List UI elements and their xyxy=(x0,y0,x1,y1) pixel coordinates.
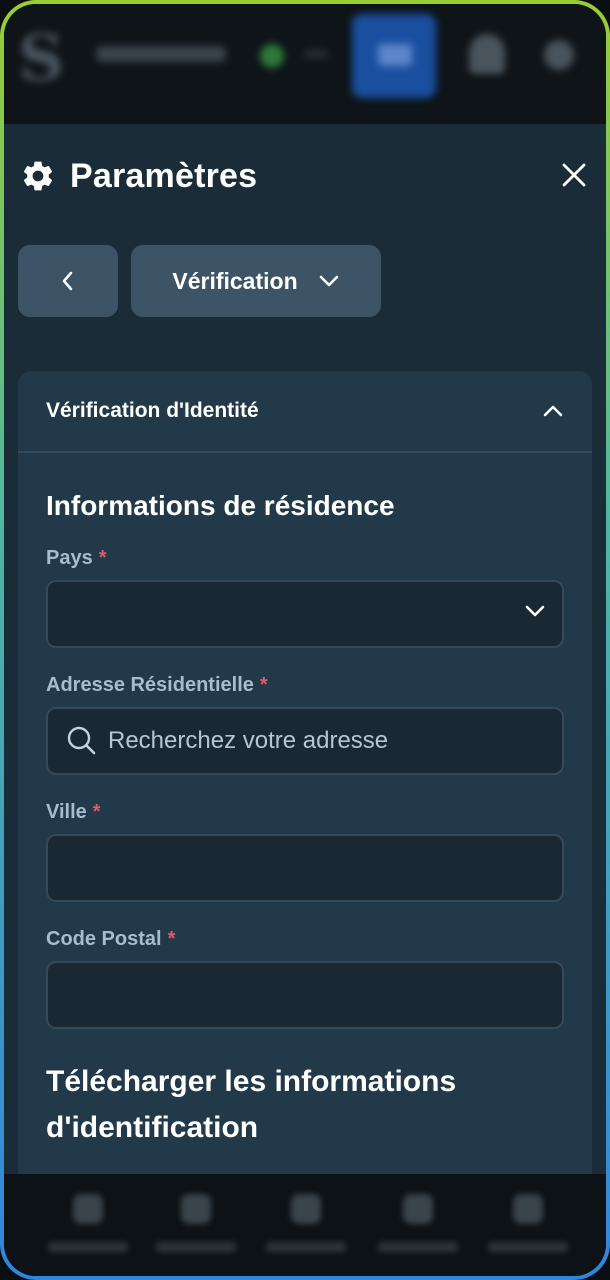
country-select[interactable] xyxy=(46,580,564,648)
accordion-title: Vérification d'Identité xyxy=(46,399,259,422)
nav-icon xyxy=(291,1194,321,1224)
screen: S Paramètres Vérification Vérification d… xyxy=(4,4,606,1276)
nav-item-2 xyxy=(146,1194,246,1264)
username-blurred xyxy=(96,46,226,62)
nav-icon xyxy=(403,1194,433,1224)
nav-label-blurred xyxy=(266,1242,346,1252)
accordion-header[interactable]: Vérification d'Identité xyxy=(18,371,592,453)
nav-item-4 xyxy=(368,1194,468,1264)
chevron-up-icon xyxy=(543,405,563,417)
nav-icon xyxy=(513,1194,543,1224)
chevron-down-icon xyxy=(525,605,545,617)
nav-icon xyxy=(181,1194,211,1224)
panel-title: Paramètres xyxy=(70,156,258,195)
user-icon xyxy=(469,34,505,74)
address-placeholder: Recherchez votre adresse xyxy=(108,727,389,754)
bottom-nav-blurred xyxy=(4,1174,606,1276)
chevron-down-icon xyxy=(319,275,338,287)
nav-item-3 xyxy=(256,1194,356,1264)
postal-code-input[interactable] xyxy=(46,961,564,1029)
close-icon[interactable] xyxy=(559,160,589,190)
wallet-icon xyxy=(378,44,412,66)
nav-label-blurred xyxy=(48,1242,128,1252)
chevron-down-icon xyxy=(304,50,328,58)
nav-icon xyxy=(73,1194,103,1224)
country-label-text: Pays xyxy=(46,547,93,569)
address-label: Adresse Résidentielle * xyxy=(46,674,564,697)
city-input[interactable] xyxy=(46,834,564,902)
country-label: Pays * xyxy=(46,547,564,570)
chevron-left-icon xyxy=(62,271,73,291)
search-icon xyxy=(67,726,96,755)
accordion-body: Informations de résidence Pays * Adresse … xyxy=(18,489,592,1151)
address-search-input[interactable]: Recherchez votre adresse xyxy=(46,707,564,775)
device-frame: S Paramètres Vérification Vérification d… xyxy=(0,0,610,1280)
identity-verification-card: Vérification d'Identité Informations de … xyxy=(18,371,592,1174)
residence-heading: Informations de résidence xyxy=(46,490,395,521)
address-label-text: Adresse Résidentielle xyxy=(46,674,254,696)
panel-header: Paramètres xyxy=(20,154,257,198)
city-label-text: Ville xyxy=(46,801,87,823)
nav-label-blurred xyxy=(156,1242,236,1252)
top-bar-blurred: S xyxy=(4,4,606,124)
section-dropdown-label: Vérification xyxy=(172,267,298,294)
section-dropdown[interactable]: Vérification xyxy=(131,245,381,317)
postal-code-label: Code Postal * xyxy=(46,928,564,951)
nav-item-1 xyxy=(38,1194,138,1264)
upload-id-heading: Télécharger les informations d'identific… xyxy=(46,1065,457,1144)
back-button[interactable] xyxy=(18,245,118,317)
gear-icon xyxy=(23,161,53,191)
nav-label-blurred xyxy=(488,1242,568,1252)
required-marker: * xyxy=(167,928,176,950)
settings-panel: Paramètres Vérification Vérification d'I… xyxy=(4,124,606,1174)
required-marker: * xyxy=(92,801,101,823)
city-label: Ville * xyxy=(46,801,564,824)
gear-icon xyxy=(544,40,574,70)
nav-item-5 xyxy=(478,1194,578,1264)
status-dot-icon xyxy=(260,44,284,68)
postal-code-label-text: Code Postal xyxy=(46,928,162,950)
brand-logo: S xyxy=(18,21,65,96)
nav-label-blurred xyxy=(378,1242,458,1252)
required-marker: * xyxy=(98,547,107,569)
required-marker: * xyxy=(259,674,268,696)
